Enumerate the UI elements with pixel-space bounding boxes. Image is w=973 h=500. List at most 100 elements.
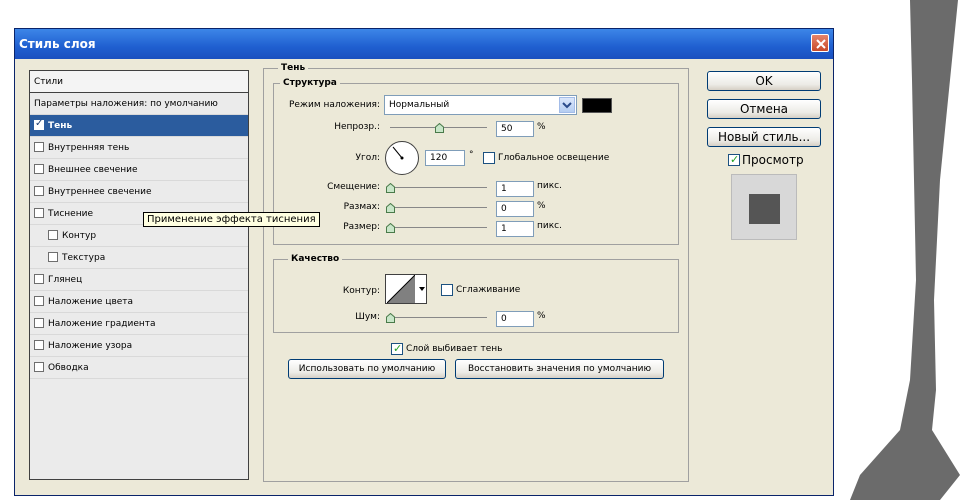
opacity-input[interactable]: 50 bbox=[496, 121, 534, 137]
opacity-unit: % bbox=[537, 122, 546, 132]
reset-default-button[interactable]: Восстановить значения по умолчанию bbox=[455, 359, 664, 379]
layer-style-dialog: Стиль слоя Стили Параметры наложения: по… bbox=[14, 28, 834, 496]
angle-dial-needle bbox=[392, 146, 404, 160]
styles-list-item-label: Текстура bbox=[62, 253, 106, 263]
styles-list-item-checkbox[interactable] bbox=[34, 318, 44, 328]
distance-slider-track[interactable] bbox=[390, 187, 487, 188]
noise-slider-thumb[interactable] bbox=[386, 313, 395, 323]
tooltip: Применение эффекта тиснения bbox=[143, 212, 320, 227]
styles-list-item[interactable]: Параметры наложения: по умолчанию bbox=[30, 93, 248, 115]
styles-list-item-label: Внутренняя тень bbox=[48, 143, 130, 153]
style-preview-square bbox=[749, 194, 780, 224]
noise-slider-track[interactable] bbox=[390, 317, 487, 318]
styles-list-item-checkbox[interactable] bbox=[34, 164, 44, 174]
distance-unit: пикс. bbox=[537, 181, 562, 191]
styles-list-item[interactable]: Глянец bbox=[30, 269, 248, 291]
styles-list-item[interactable]: Обводка bbox=[30, 357, 248, 379]
size-slider-thumb[interactable] bbox=[386, 223, 395, 233]
angle-input[interactable]: 120 bbox=[425, 150, 465, 166]
styles-list-item[interactable]: Тень bbox=[30, 115, 248, 137]
contour-label: Контур: bbox=[342, 286, 380, 296]
styles-list-item-checkbox[interactable] bbox=[48, 230, 58, 240]
noise-label: Шум: bbox=[355, 312, 380, 322]
shadow-group: Тень Структура Режим наложения: Нормальн… bbox=[263, 63, 689, 482]
spread-slider-track[interactable] bbox=[390, 207, 487, 208]
contour-picker[interactable] bbox=[385, 274, 427, 304]
styles-list-item-label: Тень bbox=[48, 121, 73, 131]
distance-slider-thumb[interactable] bbox=[386, 183, 395, 193]
dialog-body: Стили Параметры наложения: по умолчанию Т… bbox=[19, 63, 831, 491]
angle-label: Угол: bbox=[355, 153, 380, 163]
styles-list-item[interactable]: Внешнее свечение bbox=[30, 159, 248, 181]
styles-list-item-checkbox[interactable] bbox=[48, 252, 58, 262]
size-slider-track[interactable] bbox=[390, 227, 487, 228]
make-default-button[interactable]: Использовать по умолчанию bbox=[288, 359, 446, 379]
preview-label: Просмотр bbox=[742, 153, 804, 167]
preview-checkbox[interactable] bbox=[728, 153, 740, 166]
styles-list-item[interactable]: Текстура bbox=[30, 247, 248, 269]
global-light-label: Глобальное освещение bbox=[498, 153, 610, 163]
chevron-down-icon bbox=[562, 102, 572, 109]
styles-list-item-label: Наложение градиента bbox=[48, 319, 156, 329]
antialias-label: Сглаживание bbox=[456, 285, 521, 295]
styles-list-item-checkbox[interactable] bbox=[34, 142, 44, 152]
contour-preview-icon bbox=[387, 275, 415, 303]
styles-list-item-label: Наложение цвета bbox=[48, 297, 134, 307]
quality-group: Качество Контур: Сглаживание Шум: 0 % bbox=[273, 254, 679, 333]
styles-list-header[interactable]: Стили bbox=[30, 71, 248, 93]
style-preview-thumbnail bbox=[731, 174, 797, 240]
contour-dropdown-icon[interactable] bbox=[417, 275, 427, 303]
styles-list-item[interactable]: Внутренняя тень bbox=[30, 137, 248, 159]
shadow-group-title: Тень bbox=[278, 63, 309, 73]
distance-input[interactable]: 1 bbox=[496, 181, 534, 197]
layer-knocks-out-checkbox[interactable] bbox=[391, 342, 403, 355]
styles-list-item-checkbox[interactable] bbox=[34, 340, 44, 350]
background-decorative-shape bbox=[850, 0, 960, 500]
spread-input[interactable]: 0 bbox=[496, 201, 534, 217]
new-style-button[interactable]: Новый стиль... bbox=[707, 127, 821, 147]
quality-title: Качество bbox=[288, 254, 343, 264]
styles-list-item[interactable]: Контур bbox=[30, 225, 248, 247]
styles-list-item-label: Контур bbox=[62, 231, 97, 241]
styles-list-item-label: Тиснение bbox=[48, 209, 93, 219]
styles-list-item-label: Внешнее свечение bbox=[48, 165, 138, 175]
cancel-button[interactable]: Отмена bbox=[707, 99, 821, 119]
spread-label: Размах: bbox=[343, 202, 380, 212]
structure-title: Структура bbox=[280, 78, 340, 88]
ok-button[interactable]: OK bbox=[707, 71, 821, 91]
blend-mode-dropdown-button[interactable] bbox=[559, 97, 575, 113]
dialog-title: Стиль слоя bbox=[19, 37, 96, 51]
size-input[interactable]: 1 bbox=[496, 221, 534, 237]
close-button[interactable] bbox=[811, 34, 829, 52]
styles-list-item-label: Наложение узора bbox=[48, 341, 133, 351]
angle-dial[interactable] bbox=[385, 141, 419, 175]
structure-group: Структура Режим наложения: Нормальный Не… bbox=[273, 78, 679, 245]
styles-list-item[interactable]: Наложение узора bbox=[30, 335, 248, 357]
opacity-label: Непрозр.: bbox=[334, 122, 380, 132]
noise-unit: % bbox=[537, 311, 546, 321]
styles-list: Стили Параметры наложения: по умолчанию Т… bbox=[29, 70, 249, 480]
styles-list-item-label: Глянец bbox=[48, 275, 83, 285]
layer-knocks-out-label: Слой выбивает тень bbox=[406, 344, 503, 354]
blend-mode-select[interactable]: Нормальный bbox=[384, 95, 577, 115]
noise-input[interactable]: 0 bbox=[496, 311, 534, 327]
shadow-color-swatch[interactable] bbox=[582, 98, 612, 113]
size-label: Размер: bbox=[343, 222, 380, 232]
styles-list-item-checkbox[interactable] bbox=[34, 362, 44, 372]
styles-list-item-checkbox[interactable] bbox=[34, 208, 44, 218]
styles-list-item-checkbox[interactable] bbox=[34, 186, 44, 196]
styles-list-item-label: Обводка bbox=[48, 363, 89, 373]
antialias-checkbox[interactable] bbox=[441, 284, 453, 296]
spread-slider-thumb[interactable] bbox=[386, 203, 395, 213]
styles-list-item-label: Параметры наложения: по умолчанию bbox=[34, 99, 218, 109]
styles-list-item-checkbox[interactable] bbox=[34, 274, 44, 284]
styles-list-item-checkbox[interactable] bbox=[34, 118, 44, 130]
global-light-checkbox[interactable] bbox=[483, 152, 495, 164]
styles-list-item[interactable]: Наложение градиента bbox=[30, 313, 248, 335]
styles-list-item[interactable]: Внутреннее свечение bbox=[30, 181, 248, 203]
distance-label: Смещение: bbox=[327, 182, 380, 192]
styles-list-item-checkbox[interactable] bbox=[34, 296, 44, 306]
title-bar[interactable]: Стиль слоя bbox=[15, 29, 833, 59]
styles-list-item[interactable]: Наложение цвета bbox=[30, 291, 248, 313]
opacity-slider-thumb[interactable] bbox=[434, 123, 444, 133]
